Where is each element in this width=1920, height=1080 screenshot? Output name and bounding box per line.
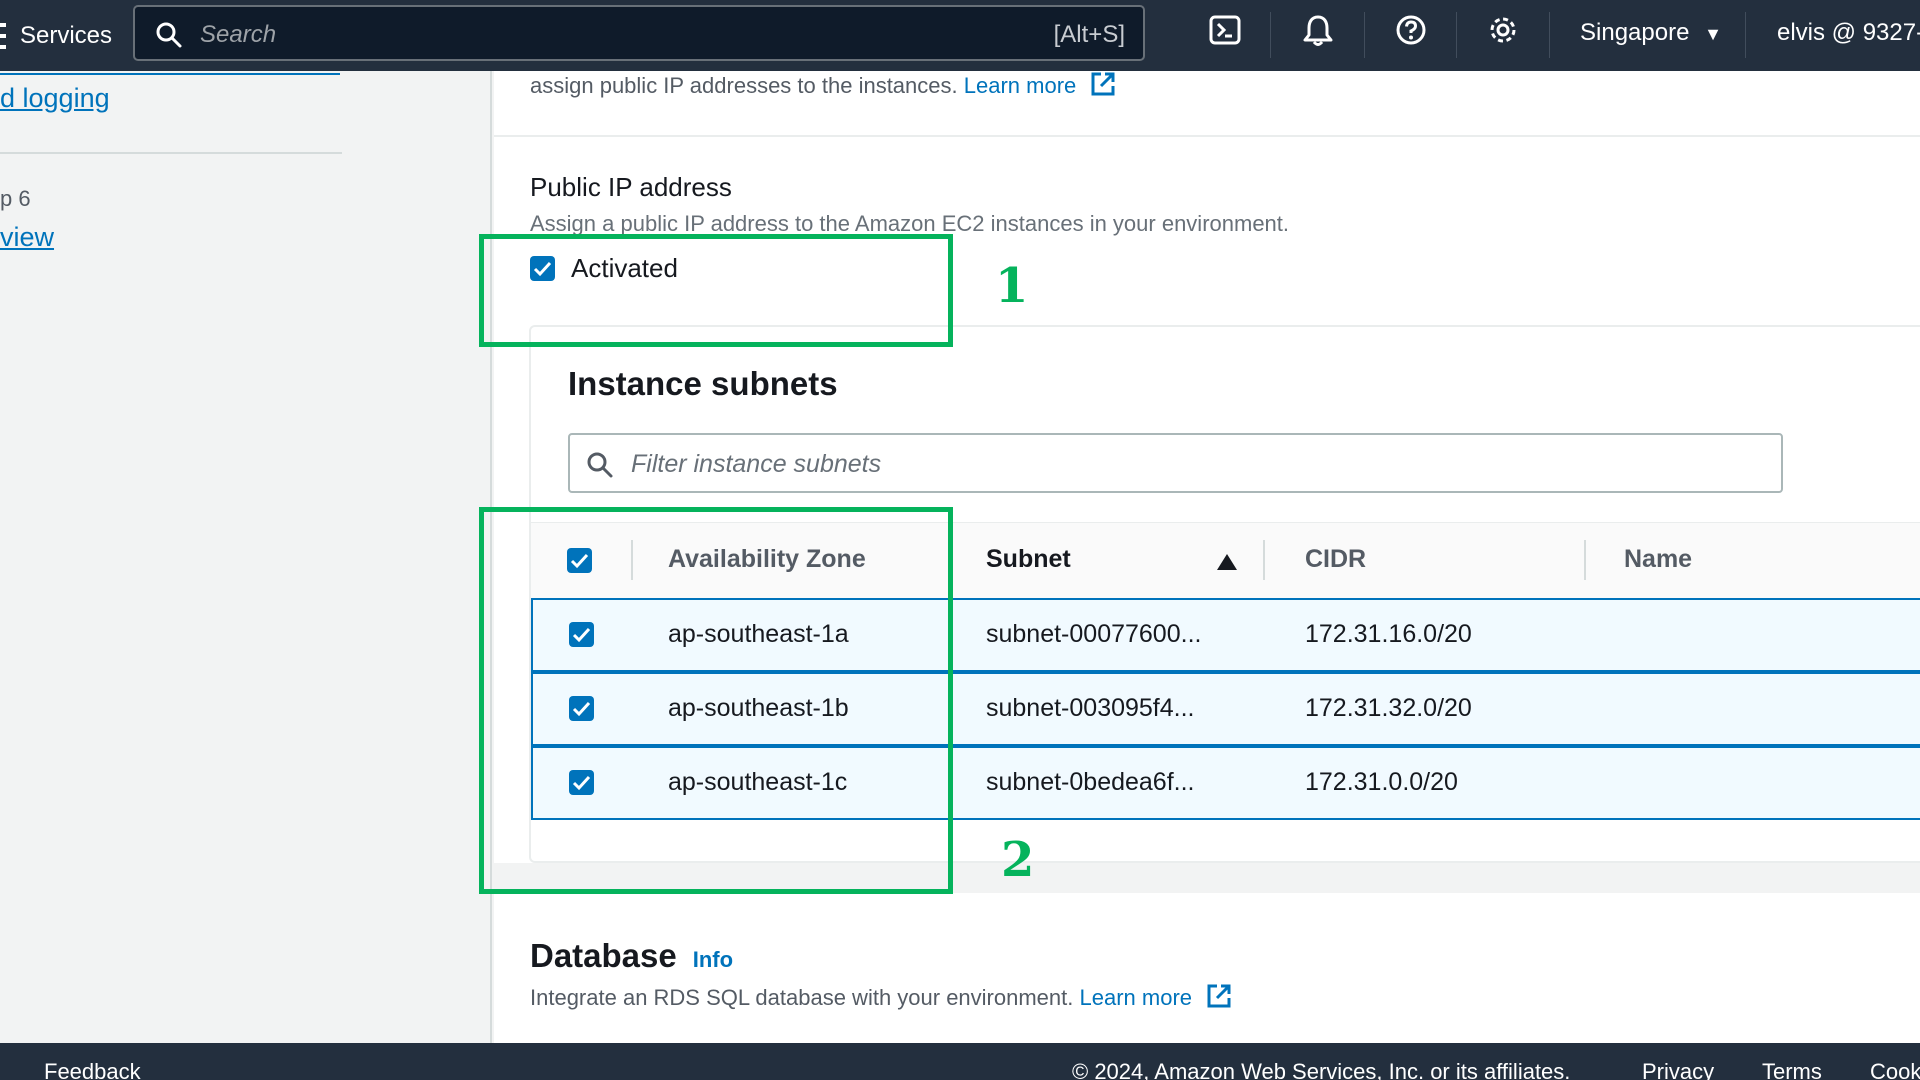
side-navigation: d logging p 6 view <box>0 71 492 1043</box>
previous-section-text: assign public IP addresses to the instan… <box>530 71 1116 103</box>
gear-icon[interactable] <box>1487 14 1519 51</box>
region-selector[interactable]: Singapore ▼ <box>1580 19 1722 47</box>
database-description: Integrate an RDS SQL database with your … <box>530 985 1074 1010</box>
nav-divider <box>1456 12 1457 58</box>
previous-section-description: assign public IP addresses to the instan… <box>530 73 958 98</box>
external-link-icon <box>1206 983 1232 1015</box>
public-ip-label: Public IP address <box>530 172 732 202</box>
bell-icon[interactable] <box>1302 14 1334 53</box>
external-link-icon <box>1090 71 1116 103</box>
database-learn-more-link[interactable]: Learn more <box>1079 984 1233 1010</box>
help-icon[interactable] <box>1395 14 1427 51</box>
cell-cidr: 172.31.32.0/20 <box>1305 694 1472 722</box>
learn-more-label: Learn more <box>963 73 1077 98</box>
sidenav-link-logging[interactable]: d logging <box>0 83 110 114</box>
annotation-box-2 <box>479 507 953 894</box>
annotation-label-2: 2 <box>1001 832 1035 888</box>
filter-subnets-input[interactable]: Filter instance subnets <box>568 433 1783 493</box>
database-description-line: Integrate an RDS SQL database with your … <box>530 983 1232 1015</box>
nav-divider <box>1549 12 1550 58</box>
privacy-link[interactable]: Privacy <box>1642 1059 1714 1080</box>
feedback-link[interactable]: Feedback <box>44 1059 141 1080</box>
top-navigation-bar: Services Search [Alt+S] Singapore ▼ elvi… <box>0 0 1920 71</box>
database-header: Database Info <box>530 937 733 975</box>
database-learn-more-label: Learn more <box>1079 985 1193 1010</box>
services-label: Services <box>20 21 113 49</box>
copyright-text: © 2024, Amazon Web Services, Inc. or its… <box>1072 1059 1571 1080</box>
instance-subnets-title: Instance subnets <box>568 365 838 402</box>
footer-bar: Feedback © 2024, Amazon Web Services, In… <box>0 1043 1920 1080</box>
search-icon <box>155 21 183 54</box>
account-menu[interactable]: elvis @ 9327- <box>1777 19 1920 47</box>
nav-divider <box>1745 12 1746 58</box>
caret-down-icon: ▼ <box>1704 24 1722 44</box>
sidenav-divider <box>0 152 342 154</box>
learn-more-link[interactable]: Learn more <box>963 72 1117 98</box>
grid-menu-icon <box>0 22 6 49</box>
nav-divider <box>1364 12 1365 58</box>
column-header-cidr[interactable]: CIDR <box>1305 545 1366 574</box>
cloudshell-icon[interactable] <box>1209 14 1241 51</box>
cell-subnet: subnet-003095f4... <box>986 694 1195 722</box>
region-label: Singapore <box>1580 19 1690 46</box>
cell-cidr: 172.31.16.0/20 <box>1305 620 1472 648</box>
cell-subnet: subnet-0bedea6f... <box>986 768 1195 796</box>
terms-link[interactable]: Terms <box>1762 1059 1822 1080</box>
cell-subnet: subnet-00077600... <box>986 620 1202 648</box>
annotation-box-1 <box>479 234 953 347</box>
column-header-subnet[interactable]: Subnet <box>986 545 1071 574</box>
search-icon <box>586 451 614 484</box>
previous-section-band: assign public IP addresses to the instan… <box>494 71 1920 137</box>
sort-ascending-icon[interactable] <box>1217 554 1237 575</box>
truncated-link-underline <box>0 71 340 75</box>
sidenav-link-review[interactable]: view <box>0 222 54 253</box>
filter-placeholder: Filter instance subnets <box>631 450 882 478</box>
search-placeholder: Search <box>200 21 277 48</box>
database-title: Database <box>530 937 677 974</box>
sidenav-step-label: p 6 <box>0 186 31 211</box>
column-header-name[interactable]: Name <box>1624 545 1692 574</box>
column-divider <box>1263 540 1265 580</box>
search-shortcut-hint: [Alt+S] <box>1053 21 1125 48</box>
database-info-link[interactable]: Info <box>693 947 733 973</box>
services-menu-button[interactable]: Services <box>0 0 112 71</box>
cell-cidr: 172.31.0.0/20 <box>1305 768 1458 796</box>
search-input[interactable]: Search [Alt+S] <box>133 5 1145 61</box>
column-divider <box>1584 540 1586 580</box>
annotation-label-1: 1 <box>995 258 1029 314</box>
nav-divider <box>1270 12 1271 58</box>
cookies-link[interactable]: Cook <box>1870 1059 1920 1080</box>
